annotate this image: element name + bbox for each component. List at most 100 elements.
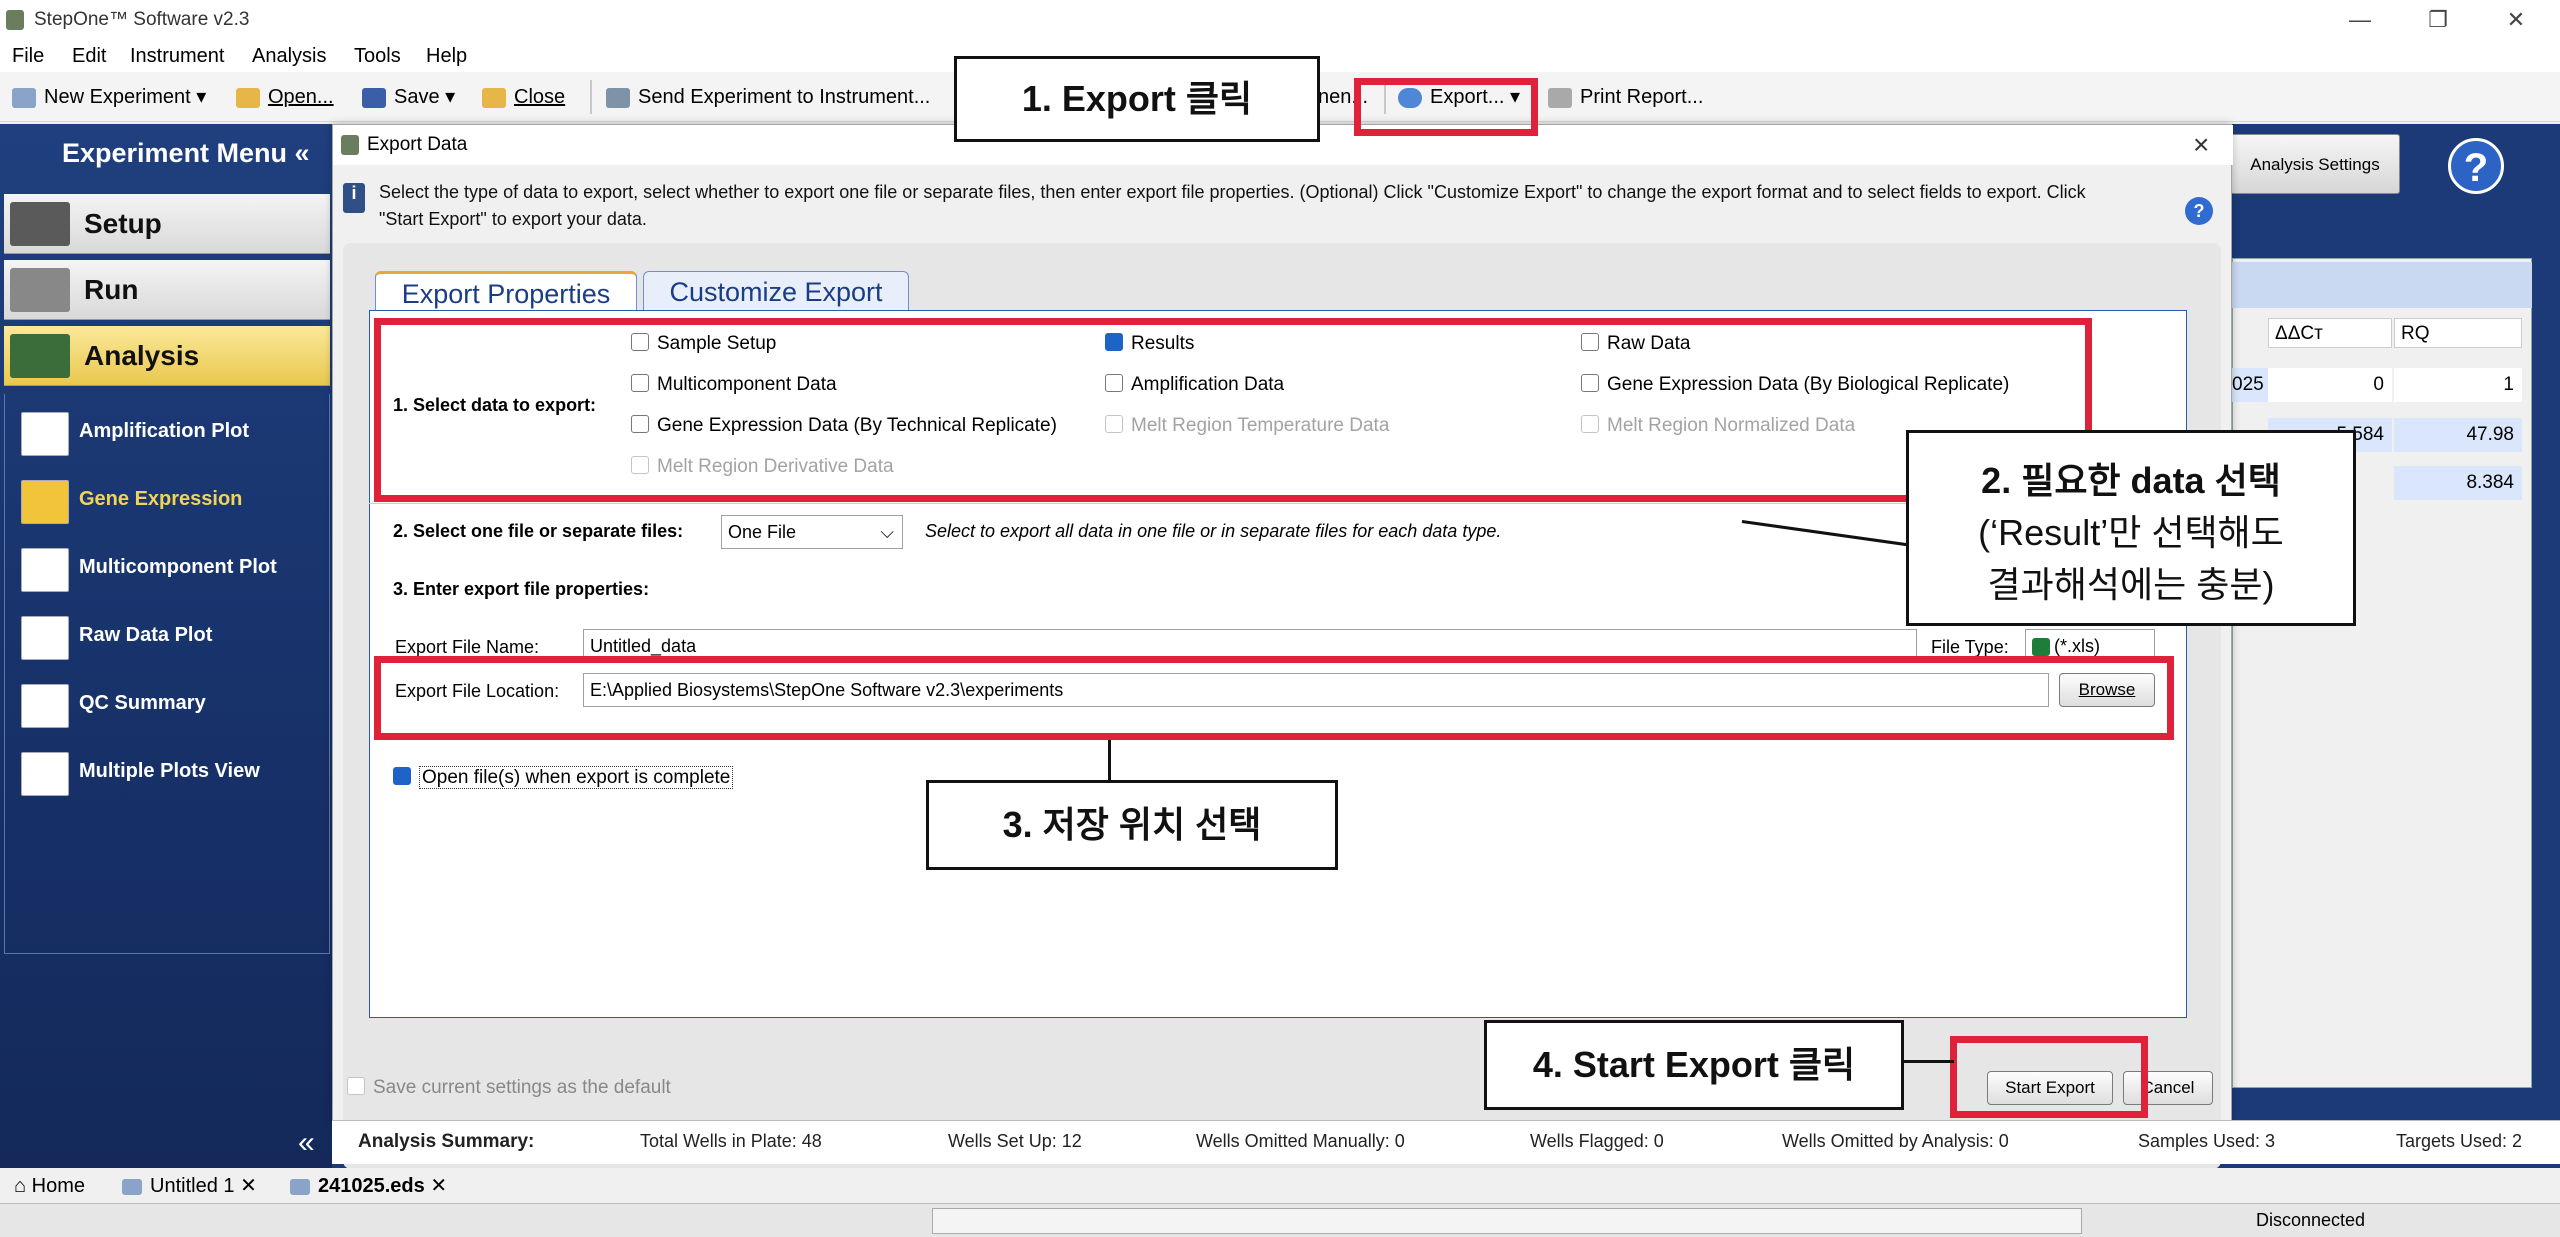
progress-bar <box>932 1208 2082 1234</box>
chevron-down-icon: ⌵ <box>880 522 894 542</box>
highlight-start-export <box>1950 1036 2148 1118</box>
nav-multicomponent-plot-label: Multicomponent Plot <box>79 556 277 578</box>
nav-run-label: Run <box>84 274 139 305</box>
nav-raw-data-plot[interactable]: Raw Data Plot <box>15 608 335 662</box>
nav-qc-summary[interactable]: QC Summary <box>15 676 335 730</box>
file-mode-select[interactable]: One File ⌵ <box>721 515 903 549</box>
collapse-sidebar-icon[interactable]: « <box>298 1126 315 1160</box>
table-cell: 8.384 <box>2394 466 2522 500</box>
tab-untitled[interactable]: Untitled 1 ✕ <box>122 1172 257 1200</box>
home-icon: ⌂ <box>14 1175 32 1197</box>
footer-bar: Disconnected <box>0 1204 2560 1237</box>
samples-used: Samples Used: 3 <box>2138 1131 2276 1151</box>
save-label: Save <box>394 86 440 108</box>
table-cell: 025 <box>2232 368 2268 402</box>
highlight-data-options <box>374 318 2092 502</box>
callout-step4-leader <box>1904 1060 1954 1063</box>
col-header-ddct[interactable]: ΔΔCт <box>2268 318 2392 348</box>
print-report-button[interactable]: Print Report... <box>1548 82 1703 112</box>
amplification-plot-icon <box>21 412 69 456</box>
run-icon <box>10 268 70 312</box>
callout-step3-leader <box>1108 740 1111 782</box>
toolbar-separator <box>590 80 592 114</box>
save-icon <box>362 87 386 108</box>
tab-export-properties[interactable]: Export Properties <box>375 271 637 311</box>
save-default-option[interactable]: Save current settings as the default <box>347 1075 671 1101</box>
callout-step2-title: 2. 필요한 data 선택 <box>1981 460 2281 501</box>
window-titlebar: StepOne™ Software v2.3 — ❐ ✕ <box>0 0 2560 40</box>
experiment-menu-header[interactable]: Experiment Menu « <box>0 138 332 178</box>
step3-label: 3. Enter export file properties: <box>393 579 650 599</box>
analysis-settings-button[interactable]: Analysis Settings <box>2230 134 2400 194</box>
checkbox-checked[interactable] <box>393 767 411 786</box>
file-name-label: Export File Name: <box>395 637 540 657</box>
nav-setup[interactable]: Setup <box>4 194 330 254</box>
nav-multiple-plots-view[interactable]: Multiple Plots View <box>15 744 335 798</box>
tab-eds-file[interactable]: 241025.eds ✕ <box>290 1172 447 1200</box>
dialog-close-icon[interactable]: × <box>2193 129 2209 161</box>
close-tab-icon[interactable]: ✕ <box>430 1175 447 1197</box>
window-title: StepOne™ Software v2.3 <box>34 9 250 30</box>
dialog-title: Export Data <box>367 134 468 155</box>
close-window-icon[interactable]: ✕ <box>2486 4 2546 36</box>
wells-omitted-manually: Wells Omitted Manually: 0 <box>1196 1131 1405 1151</box>
nav-run[interactable]: Run <box>4 260 330 320</box>
close-button[interactable]: Close <box>482 82 565 112</box>
setup-icon <box>10 202 70 246</box>
highlight-file-location <box>374 656 2174 740</box>
send-label: Send Experiment to Instrument... <box>638 86 931 108</box>
new-experiment-label: New Experiment <box>44 86 191 108</box>
callout-step2-line1: (‘Result’만 선택해도 <box>1978 512 2284 553</box>
restore-icon[interactable]: ❐ <box>2408 4 2468 36</box>
checkbox[interactable] <box>347 1077 365 1096</box>
nav-multiple-plots-view-label: Multiple Plots View <box>79 760 260 782</box>
nav-analysis[interactable]: Analysis <box>4 326 330 386</box>
close-label: Close <box>514 86 566 108</box>
help-icon[interactable]: ? <box>2448 138 2504 194</box>
printer-icon <box>1548 87 1572 108</box>
question-icon[interactable]: ? <box>2185 197 2213 225</box>
info-icon: i <box>343 183 365 213</box>
menu-help[interactable]: Help <box>426 40 467 72</box>
raw-data-plot-icon <box>21 616 69 660</box>
col-header-rq[interactable]: RQ <box>2394 318 2522 348</box>
tab-customize-export[interactable]: Customize Export <box>643 271 909 311</box>
callout-step2: 2. 필요한 data 선택 (‘Result’만 선택해도 결과해석에는 충분… <box>1906 430 2356 626</box>
menu-tools[interactable]: Tools <box>354 40 401 72</box>
new-experiment-button[interactable]: New Experiment ▾ <box>12 82 206 112</box>
nav-amplification-plot[interactable]: Amplification Plot <box>15 404 335 458</box>
document-tabs: ⌂ Home Untitled 1 ✕ 241025.eds ✕ <box>0 1168 2560 1204</box>
callout-step4: 4. Start Export 클릭 <box>1484 1020 1904 1110</box>
callout-step3: 3. 저장 위치 선택 <box>926 780 1338 870</box>
analysis-icon <box>10 334 70 378</box>
print-label: Print Report... <box>1580 86 1704 108</box>
open-when-complete-option[interactable]: Open file(s) when export is complete <box>393 765 734 791</box>
step2-label: 2. Select one file or separate files: <box>393 521 684 541</box>
menu-edit[interactable]: Edit <box>72 40 106 72</box>
save-button[interactable]: Save ▾ <box>362 82 455 112</box>
tab-home[interactable]: ⌂ Home <box>14 1172 85 1200</box>
nav-analysis-label: Analysis <box>84 340 200 371</box>
open-button[interactable]: Open... <box>236 82 334 112</box>
nav-raw-data-plot-label: Raw Data Plot <box>79 624 213 646</box>
experiment-menu-sidebar: Experiment Menu « Setup Run Analysis Amp… <box>0 124 332 1170</box>
nav-gene-expression-label: Gene Expression <box>79 488 243 510</box>
results-panel-header <box>2232 262 2532 308</box>
table-cell: 47.98 <box>2394 418 2522 452</box>
multicomponent-plot-icon <box>21 548 69 592</box>
excel-icon <box>2032 638 2050 657</box>
close-tab-icon[interactable]: ✕ <box>240 1175 257 1197</box>
menu-analysis[interactable]: Analysis <box>252 40 326 72</box>
new-experiment-icon <box>12 87 36 108</box>
menu-file[interactable]: File <box>12 40 44 72</box>
callout-step2-line2: 결과해석에는 충분) <box>1987 564 2275 605</box>
analysis-summary-bar: Analysis Summary: Total Wells in Plate: … <box>332 1120 2560 1164</box>
minimize-icon[interactable]: — <box>2330 4 2390 36</box>
table-cell: 0 <box>2268 368 2392 402</box>
callout-step1: 1. Export 클릭 <box>954 56 1320 142</box>
nav-multicomponent-plot[interactable]: Multicomponent Plot <box>15 540 335 594</box>
send-experiment-button[interactable]: Send Experiment to Instrument... <box>606 82 930 112</box>
nav-qc-summary-label: QC Summary <box>79 692 206 714</box>
nav-gene-expression[interactable]: Gene Expression <box>15 472 335 526</box>
menu-instrument[interactable]: Instrument <box>130 40 224 72</box>
